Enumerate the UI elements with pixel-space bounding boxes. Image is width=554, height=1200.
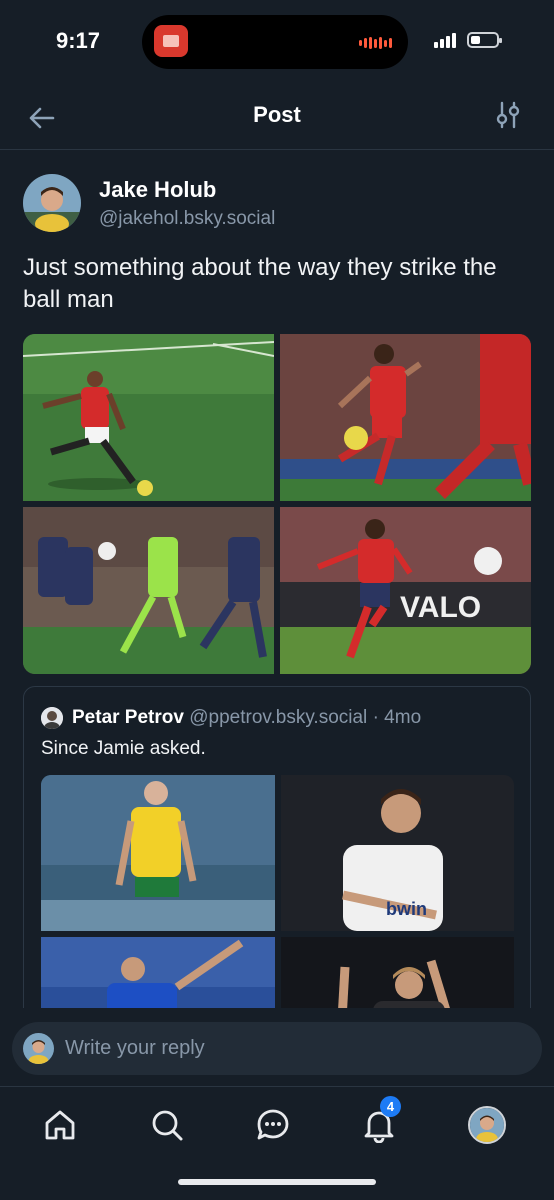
reply-placeholder: Write your reply	[65, 1037, 205, 1059]
profile-avatar	[468, 1106, 506, 1144]
cellular-signal-icon	[434, 33, 456, 48]
post-image-3[interactable]	[23, 507, 274, 674]
post-text: Just something about the way they strike…	[23, 254, 497, 313]
reply-bar: Write your reply	[0, 1008, 554, 1086]
chat-bubble-icon	[257, 1109, 289, 1140]
status-bar: 9:17	[0, 0, 554, 84]
avatar-photo	[470, 1108, 504, 1142]
post-header: Post	[0, 86, 554, 150]
quote-author-avatar[interactable]	[41, 707, 63, 729]
quote-image-2[interactable]: bwin	[280, 775, 514, 931]
dynamic-island	[142, 15, 408, 69]
home-indicator	[178, 1179, 376, 1185]
recording-app-icon	[154, 25, 188, 57]
avatar-photo	[23, 174, 81, 232]
svg-text:VALO: VALO	[400, 591, 481, 624]
author-avatar[interactable]	[23, 174, 81, 232]
avatar-photo	[23, 1033, 54, 1064]
quote-author-handle[interactable]: @ppetrov.bsky.social	[189, 707, 367, 728]
quote-meta: Petar Petrov @ppetrov.bsky.social · 4mo	[72, 707, 421, 729]
quote-age: · 4mo	[372, 707, 422, 728]
post-image-1[interactable]	[23, 334, 274, 501]
page-title: Post	[253, 102, 301, 127]
svg-text:bwin: bwin	[386, 899, 427, 919]
nav-profile[interactable]	[465, 1103, 509, 1147]
reply-input[interactable]: Write your reply	[12, 1022, 542, 1075]
quote-author-name[interactable]: Petar Petrov	[72, 707, 184, 728]
thread-settings-button[interactable]	[494, 100, 522, 130]
nav-home[interactable]	[38, 1103, 82, 1147]
nav-notifications[interactable]: 4	[357, 1096, 401, 1147]
quote-text: Since Jamie asked.	[41, 738, 206, 759]
audio-wave-icon	[359, 37, 392, 49]
search-icon	[152, 1110, 183, 1141]
quote-image-1[interactable]	[41, 775, 275, 931]
post-image-2[interactable]	[280, 334, 531, 501]
notification-badge: 4	[380, 1096, 401, 1117]
current-user-avatar	[23, 1033, 54, 1064]
nav-chat[interactable]	[251, 1103, 295, 1147]
battery-icon	[467, 32, 502, 48]
avatar-photo	[41, 707, 63, 729]
quote-image-grid: bwin	[41, 775, 514, 1025]
nav-search[interactable]	[145, 1103, 189, 1147]
post-image-grid: VALO	[23, 334, 531, 674]
home-icon	[45, 1110, 75, 1140]
author-name[interactable]: Jake Holub	[99, 177, 216, 203]
quoted-post[interactable]: Petar Petrov @ppetrov.bsky.social · 4mo …	[23, 686, 531, 1026]
sliders-icon	[496, 101, 520, 129]
status-time: 9:17	[56, 28, 101, 53]
post-image-4[interactable]: VALO	[280, 507, 531, 674]
author-handle[interactable]: @jakehol.bsky.social	[99, 208, 275, 230]
